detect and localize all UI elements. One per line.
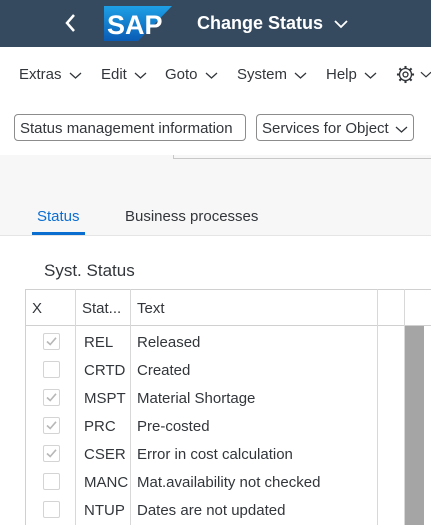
- chevron-left-icon: [65, 14, 75, 32]
- status-code: CRTD: [84, 362, 126, 379]
- menu-bar: Extras Edit Goto System Help: [0, 47, 431, 103]
- system-status-table: X Stat... Text REL Released CRTD Created MSP…: [25, 289, 431, 525]
- row-checkbox[interactable]: [43, 333, 60, 350]
- settings-menu[interactable]: [396, 65, 431, 84]
- status-text: Released: [137, 334, 201, 351]
- page-title[interactable]: Change Status: [197, 11, 348, 35]
- row-checkbox[interactable]: [43, 361, 60, 378]
- column-header-text[interactable]: Text: [137, 300, 165, 317]
- status-code: MSPT: [84, 390, 126, 407]
- shell-header: SAP Change Status: [0, 0, 431, 47]
- chevron-down-icon: [420, 71, 431, 78]
- checkmark-icon: [46, 337, 57, 346]
- table-row[interactable]: CSER Error in cost calculation: [26, 440, 406, 468]
- section-title: Syst. Status: [44, 261, 135, 280]
- menu-label: System: [237, 66, 288, 83]
- status-code: PRC: [84, 418, 116, 435]
- chevron-down-icon: [334, 20, 348, 29]
- status-text: Pre-costed: [137, 418, 210, 435]
- status-panel: Syst. Status X Stat... Text REL Released C…: [0, 236, 431, 525]
- chevron-down-icon: [395, 126, 408, 133]
- chevron-down-icon: [69, 72, 82, 79]
- status-text: Material Shortage: [137, 390, 256, 407]
- column-header-status[interactable]: Stat...: [82, 300, 128, 317]
- tab-business-processes[interactable]: Business processes: [125, 208, 258, 226]
- toolbar-divider: [173, 155, 431, 159]
- status-code: CSER: [84, 446, 126, 463]
- table-row[interactable]: CRTD Created: [26, 356, 406, 384]
- toolbar: Status management information Services f…: [0, 103, 431, 155]
- row-checkbox[interactable]: [43, 389, 60, 406]
- page-title-text: Change Status: [197, 13, 324, 33]
- menu-label: Help: [326, 66, 357, 83]
- button-label: Status management information: [20, 120, 233, 137]
- chevron-down-icon: [205, 72, 218, 79]
- status-management-info-button[interactable]: Status management information: [14, 114, 246, 141]
- menu-edit[interactable]: Edit: [101, 66, 147, 84]
- status-code: REL: [84, 334, 114, 351]
- menu-label: Extras: [19, 66, 62, 83]
- gear-icon: [396, 65, 415, 84]
- button-label: Services for Object: [262, 120, 389, 137]
- tab-status[interactable]: Status: [37, 208, 80, 226]
- table-row[interactable]: MSPT Material Shortage: [26, 384, 406, 412]
- row-checkbox[interactable]: [43, 501, 60, 518]
- table-row[interactable]: NTUP Dates are not updated: [26, 496, 406, 524]
- chevron-down-icon: [134, 72, 147, 79]
- menu-label: Goto: [165, 66, 198, 83]
- tab-bar: Status Business processes: [0, 196, 431, 236]
- table-row[interactable]: REL Released: [26, 328, 406, 356]
- checkmark-icon: [46, 393, 57, 402]
- table-header: X Stat... Text: [26, 289, 431, 326]
- menu-extras[interactable]: Extras: [19, 66, 82, 84]
- menu-label: Edit: [101, 66, 127, 83]
- svg-text:SAP: SAP: [107, 10, 163, 40]
- services-for-object-button[interactable]: Services for Object: [256, 114, 414, 141]
- table-row[interactable]: MANC Mat.availability not checked: [26, 468, 406, 496]
- checkmark-icon: [46, 421, 57, 430]
- row-checkbox[interactable]: [43, 417, 60, 434]
- status-text: Error in cost calculation: [137, 446, 293, 463]
- row-checkbox[interactable]: [43, 473, 60, 490]
- sap-logo: SAP: [104, 6, 172, 41]
- column-header-x[interactable]: X: [32, 300, 42, 317]
- table-row[interactable]: PRC Pre-costed: [26, 412, 406, 440]
- chevron-down-icon: [294, 72, 307, 79]
- scrollbar-thumb[interactable]: [405, 326, 424, 525]
- row-checkbox[interactable]: [43, 445, 60, 462]
- status-text: Mat.availability not checked: [137, 474, 321, 491]
- menu-help[interactable]: Help: [326, 66, 377, 84]
- status-text: Dates are not updated: [137, 502, 286, 519]
- status-text: Created: [137, 362, 191, 379]
- chevron-down-icon: [364, 72, 377, 79]
- back-button[interactable]: [60, 10, 82, 36]
- menu-goto[interactable]: Goto: [165, 66, 218, 84]
- menu-system[interactable]: System: [237, 66, 307, 84]
- checkmark-icon: [46, 449, 57, 458]
- status-code: NTUP: [84, 502, 125, 519]
- status-code: MANC: [84, 474, 129, 491]
